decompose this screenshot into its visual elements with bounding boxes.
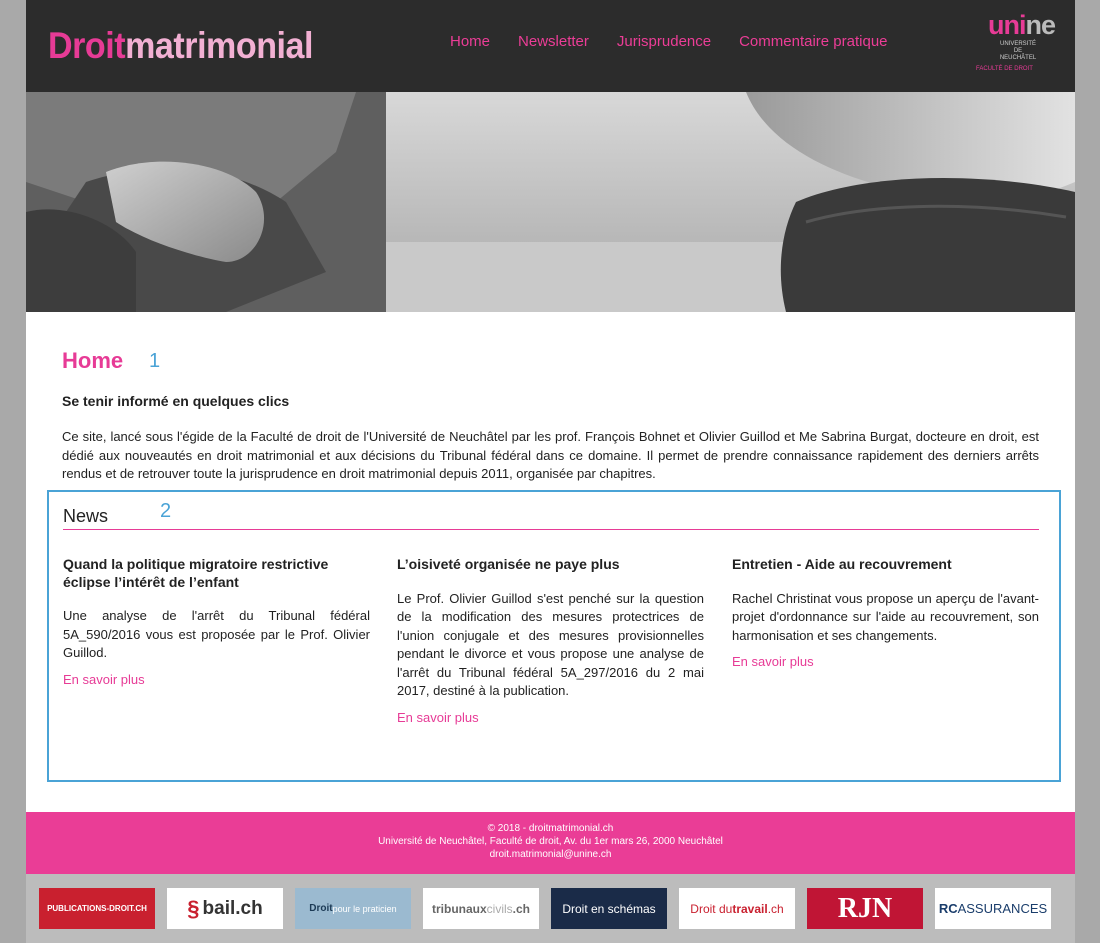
news-item-title[interactable]: Entretien - Aide au recouvrement bbox=[732, 556, 1039, 574]
nav-newsletter[interactable]: Newsletter bbox=[518, 33, 589, 51]
nav-home[interactable]: Home bbox=[450, 33, 490, 51]
partner-rc-label-a: RC bbox=[938, 901, 958, 916]
intro-paragraph: Ce site, lancé sous l'égide de la Facult… bbox=[62, 429, 1039, 481]
news-section: News 2 Quand la politique migratoire res… bbox=[47, 490, 1061, 782]
read-more-link[interactable]: En savoir plus bbox=[63, 671, 145, 689]
nav-jurisprudence[interactable]: Jurisprudence bbox=[617, 33, 711, 51]
news-item: L’oisiveté organisée ne paye plus Le Pro… bbox=[397, 556, 704, 727]
footer-copyright: © 2018 - droitmatrimonial.ch bbox=[487, 823, 614, 834]
partner-rjn-label: RJN bbox=[837, 892, 893, 924]
page-subtitle: Se tenir informé en quelques clics bbox=[62, 393, 290, 409]
partner-logos: PUBLICATIONS-DROIT.CH § bail.ch Droit pou… bbox=[26, 874, 1075, 943]
footer-email-link[interactable]: droit.matrimonial@unine.ch bbox=[490, 849, 612, 860]
partner-publications-label: PUBLICATIONS-DROIT.CH bbox=[47, 904, 147, 913]
unine-subtitle: UNIVERSITÉ DE NEUCHÂTEL bbox=[998, 41, 1038, 62]
partner-publications-droit[interactable]: PUBLICATIONS-DROIT.CH bbox=[39, 888, 155, 929]
partner-rjn[interactable]: RJN bbox=[807, 888, 923, 929]
partner-rc-assurances[interactable]: RC ASSURANCES bbox=[935, 888, 1051, 929]
partner-praticien-label-b: pour le praticien bbox=[332, 903, 397, 914]
partner-rc-label-b: ASSURANCES bbox=[957, 901, 1048, 916]
news-divider bbox=[63, 529, 1039, 530]
partner-bail-label: bail.ch bbox=[202, 897, 263, 919]
main-nav: Home Newsletter Jurisprudence Commentair… bbox=[450, 33, 916, 51]
hero-image bbox=[26, 92, 1075, 312]
university-logo[interactable]: unine UNIVERSITÉ DE NEUCHÂTEL FACULTÉ DE… bbox=[976, 10, 1068, 80]
unine-word-uni: uni bbox=[988, 10, 1026, 40]
unine-word-ne: ne bbox=[1025, 10, 1056, 40]
page-title: Home bbox=[62, 348, 124, 373]
read-more-link[interactable]: En savoir plus bbox=[732, 653, 814, 671]
logo-part-droit: Droit bbox=[48, 25, 126, 66]
partner-tribunaux-label-b: civils bbox=[486, 901, 513, 916]
news-title: News bbox=[63, 506, 109, 526]
site-logo[interactable]: Droitmatrimonial bbox=[48, 24, 313, 68]
logo-part-matrimonial: matrimonial bbox=[125, 25, 314, 66]
section-sign-icon: § bbox=[187, 895, 200, 921]
partner-travail-label-c: .ch bbox=[767, 901, 784, 916]
unine-line1: UNIVERSITÉ DE bbox=[999, 41, 1036, 54]
nav-commentaire-pratique[interactable]: Commentaire pratique bbox=[739, 33, 887, 51]
partner-praticien-label-a: Droit bbox=[309, 903, 333, 914]
partner-travail-label-a: Droit du bbox=[690, 901, 733, 916]
partner-tribunaux-label-c: .ch bbox=[512, 901, 530, 916]
partner-droit-du-travail[interactable]: Droit du travail .ch bbox=[679, 888, 795, 929]
read-more-link[interactable]: En savoir plus bbox=[397, 709, 479, 727]
faculty-label: FACULTÉ DE DROIT bbox=[976, 66, 1033, 72]
unine-wordmark: unine bbox=[988, 10, 1068, 40]
page: Droitmatrimonial Home Newsletter Jurispr… bbox=[26, 0, 1075, 943]
news-item-body: Une analyse de l'arrêt du Tribunal fédér… bbox=[63, 608, 370, 660]
partner-tribunaux-label-a: tribunaux bbox=[431, 901, 487, 916]
partner-schemas-label: Droit en schémas bbox=[562, 901, 656, 916]
news-item-title[interactable]: Quand la politique migratoire restrictiv… bbox=[63, 556, 370, 591]
annotation-marker-1: 1 bbox=[149, 350, 161, 372]
partner-droit-praticien[interactable]: Droit pour le praticien bbox=[295, 888, 411, 929]
partner-bail[interactable]: § bail.ch bbox=[167, 888, 283, 929]
partner-droit-en-schemas[interactable]: Droit en schémas bbox=[551, 888, 667, 929]
news-item: Entretien - Aide au recouvrement Rachel … bbox=[732, 556, 1039, 671]
annotation-marker-2: 2 bbox=[160, 500, 172, 522]
partner-travail-label-b: travail bbox=[732, 901, 768, 916]
news-item-body: Rachel Christinat vous propose un aperçu… bbox=[732, 590, 1039, 643]
footer-address: Université de Neuchâtel, Faculté de droi… bbox=[378, 836, 723, 847]
news-item-title[interactable]: L’oisiveté organisée ne paye plus bbox=[397, 556, 704, 574]
unine-line2: NEUCHÂTEL bbox=[999, 55, 1037, 61]
partner-tribunaux-civils[interactable]: tribunaux civils .ch bbox=[423, 888, 539, 929]
site-footer: © 2018 - droitmatrimonial.ch Université … bbox=[26, 812, 1075, 874]
hero-photo-illustration bbox=[26, 92, 1075, 312]
news-item: Quand la politique migratoire restrictiv… bbox=[63, 556, 370, 689]
news-item-body: Le Prof. Olivier Guillod s'est penché su… bbox=[397, 590, 704, 699]
site-header: Droitmatrimonial Home Newsletter Jurispr… bbox=[26, 0, 1075, 92]
